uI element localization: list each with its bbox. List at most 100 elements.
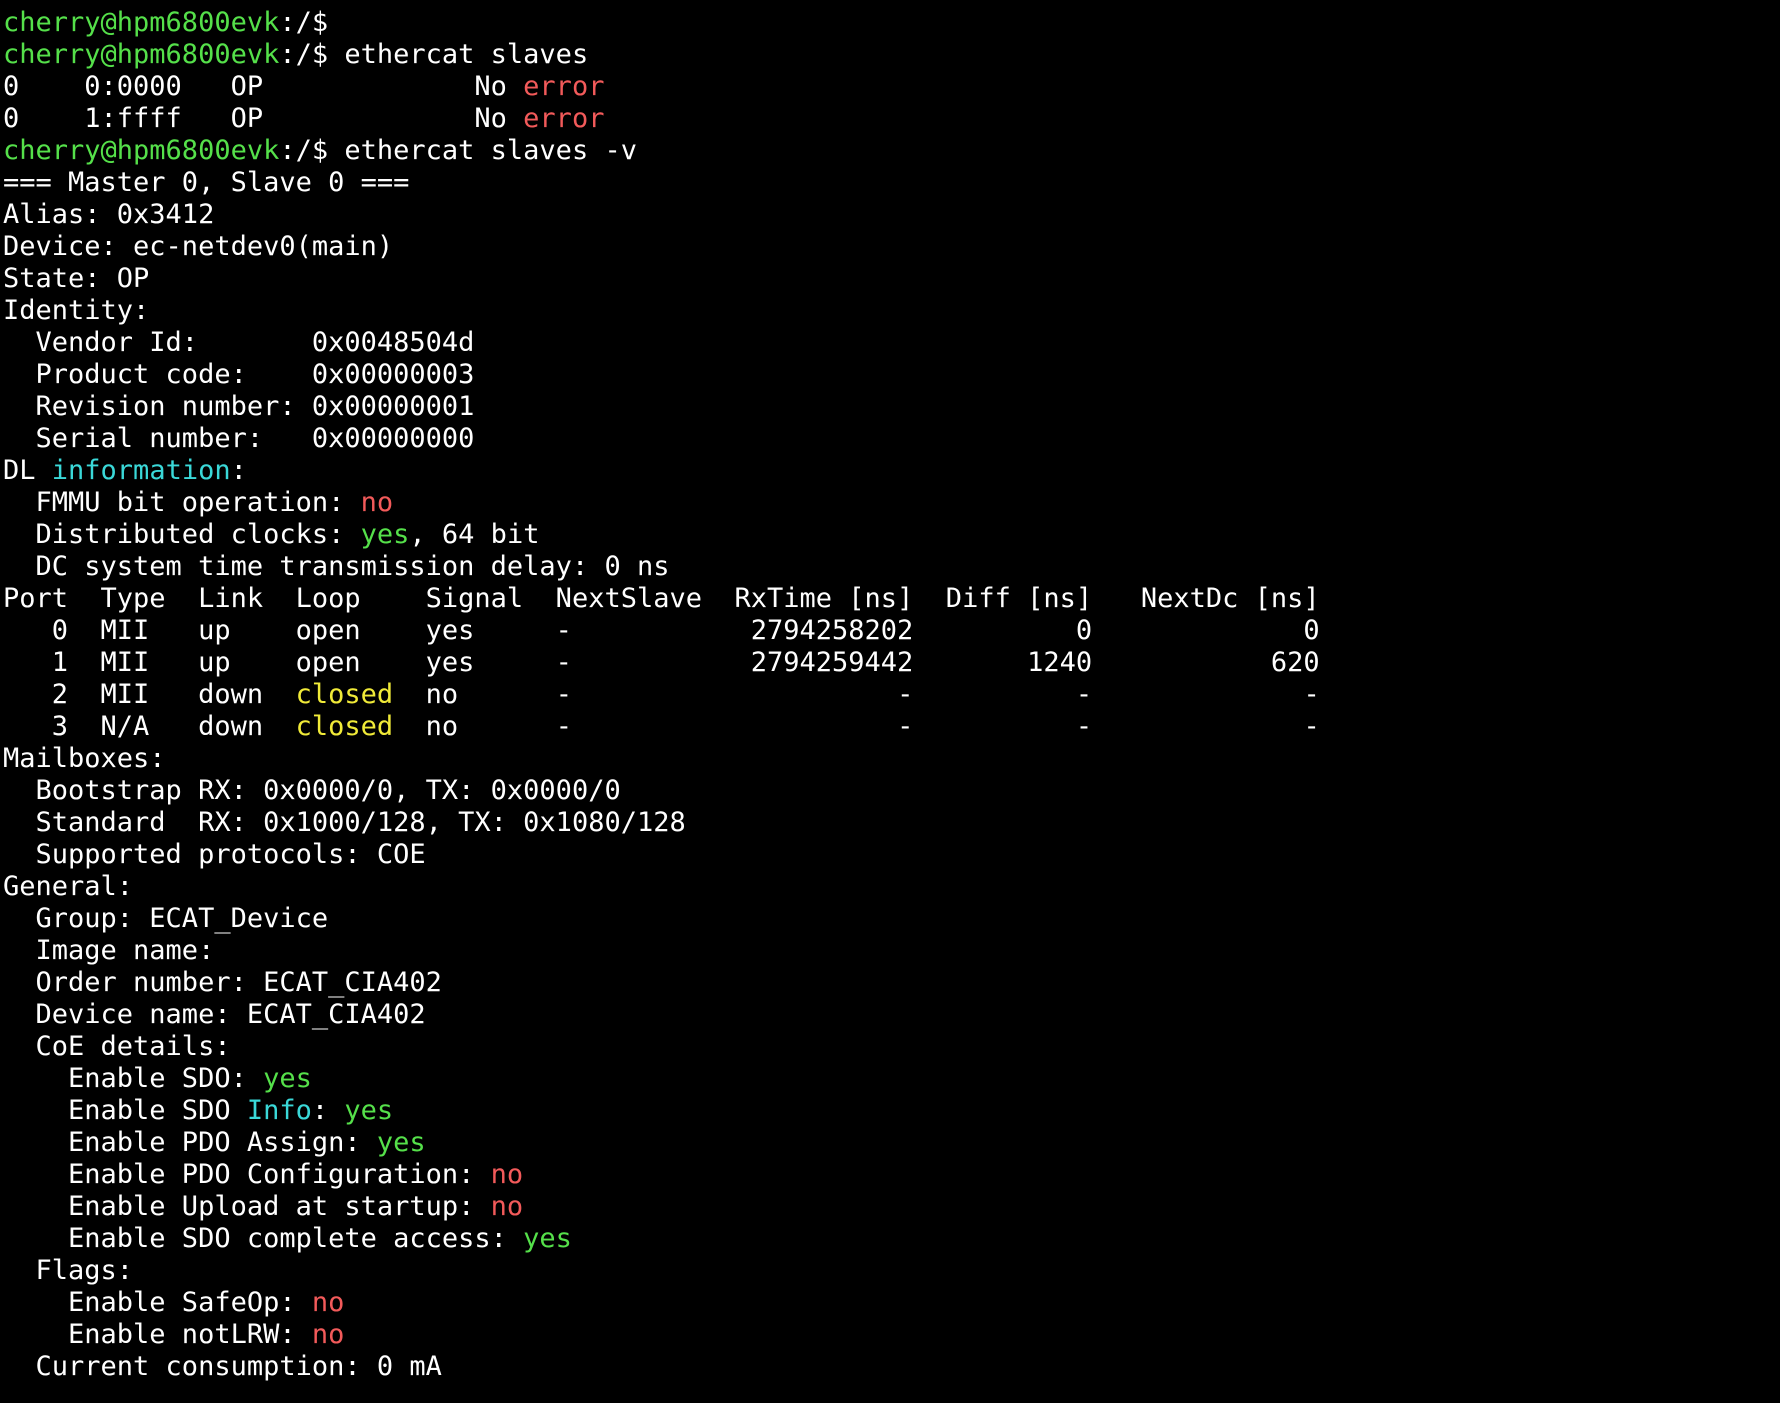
output-text: Enable PDO Assign: <box>3 1127 377 1158</box>
terminal-line: DL information: <box>3 455 1780 487</box>
highlight-red-text: no <box>311 1319 345 1350</box>
output-text: Standard RX: 0x1000/128, TX: 0x1080/128 <box>3 807 686 838</box>
output-text: , 64 bit <box>409 519 540 550</box>
output-text: Vendor Id: 0x0048504d <box>3 327 475 358</box>
output-text: 3 N/A down <box>3 711 296 742</box>
output-text: === Master 0, Slave 0 === <box>3 167 410 198</box>
highlight-green-text: yes <box>344 1095 394 1126</box>
terminal-line: 0 0:0000 OP No error <box>3 71 1780 103</box>
output-text: Serial number: 0x00000000 <box>3 423 475 454</box>
highlight-red-text: no <box>490 1191 524 1222</box>
output-text: Current consumption: 0 mA <box>3 1351 442 1382</box>
terminal-line: Order number: ECAT_CIA402 <box>3 967 1780 999</box>
terminal-line: Product code: 0x00000003 <box>3 359 1780 391</box>
terminal-line: Enable PDO Configuration: no <box>3 1159 1780 1191</box>
terminal-line: Flags: <box>3 1255 1780 1287</box>
output-text: Distributed clocks: <box>3 519 361 550</box>
highlight-green-text: yes <box>360 519 410 550</box>
output-text: : <box>230 455 247 486</box>
highlight-cyan-text: Info <box>246 1095 312 1126</box>
terminal-line: 0 MII up open yes - 2794258202 0 0 <box>3 615 1780 647</box>
terminal-line: Bootstrap RX: 0x0000/0, TX: 0x0000/0 <box>3 775 1780 807</box>
output-text: :/$ ethercat slaves <box>279 39 589 70</box>
shell-prompt: cherry@hpm6800evk <box>3 7 280 38</box>
highlight-red-text: error <box>523 103 605 134</box>
output-text: : <box>311 1095 345 1126</box>
output-text: :/$ <box>279 7 345 38</box>
output-text: 0 MII up open yes - 2794258202 0 0 <box>3 615 1320 646</box>
highlight-cyan-text: information <box>51 455 231 486</box>
output-text: :/$ ethercat slaves -v <box>279 135 637 166</box>
shell-prompt: cherry@hpm6800evk <box>3 135 280 166</box>
terminal-line: 1 MII up open yes - 2794259442 1240 620 <box>3 647 1780 679</box>
shell-prompt: cherry@hpm6800evk <box>3 39 280 70</box>
output-text: Bootstrap RX: 0x0000/0, TX: 0x0000/0 <box>3 775 621 806</box>
output-text: FMMU bit operation: <box>3 487 361 518</box>
terminal-line: State: OP <box>3 263 1780 295</box>
output-text: Device: ec-netdev0(main) <box>3 231 394 262</box>
terminal-line: Group: ECAT_Device <box>3 903 1780 935</box>
terminal-line: Alias: 0x3412 <box>3 199 1780 231</box>
output-text: 0 0:0000 OP No <box>3 71 524 102</box>
output-text: Enable Upload at startup: <box>3 1191 491 1222</box>
output-text: Alias: 0x3412 <box>3 199 215 230</box>
output-text: Supported protocols: COE <box>3 839 426 870</box>
output-text: Enable SDO <box>3 1095 247 1126</box>
terminal-line: Serial number: 0x00000000 <box>3 423 1780 455</box>
terminal-line: Enable PDO Assign: yes <box>3 1127 1780 1159</box>
output-text: Enable PDO Configuration: <box>3 1159 491 1190</box>
output-text: State: OP <box>3 263 150 294</box>
output-text: Port Type Link Loop Signal NextSlave RxT… <box>3 583 1320 614</box>
terminal-line: cherry@hpm6800evk:/$ <box>3 7 1780 39</box>
terminal-line: General: <box>3 871 1780 903</box>
terminal-line: 3 N/A down closed no - - - - <box>3 711 1780 743</box>
highlight-green-text: yes <box>376 1127 426 1158</box>
output-text: Order number: ECAT_CIA402 <box>3 967 442 998</box>
terminal-line: Image name: <box>3 935 1780 967</box>
terminal-line: Enable SafeOp: no <box>3 1287 1780 1319</box>
terminal-line: Supported protocols: COE <box>3 839 1780 871</box>
terminal-line: Vendor Id: 0x0048504d <box>3 327 1780 359</box>
highlight-yellow-text: closed <box>295 679 394 710</box>
terminal-line: Enable SDO Info: yes <box>3 1095 1780 1127</box>
highlight-red-text: no <box>360 487 394 518</box>
terminal-line: cherry@hpm6800evk:/$ ethercat slaves <box>3 39 1780 71</box>
terminal-window[interactable]: cherry@hpm6800evk:/$ cherry@hpm6800evk:/… <box>0 0 1780 1403</box>
highlight-green-text: yes <box>263 1063 312 1094</box>
terminal-line: DC system time transmission delay: 0 ns <box>3 551 1780 583</box>
terminal-output: cherry@hpm6800evk:/$ cherry@hpm6800evk:/… <box>3 7 1780 1383</box>
terminal-line: 0 1:ffff OP No error <box>3 103 1780 135</box>
terminal-line: Enable notLRW: no <box>3 1319 1780 1351</box>
output-text: Revision number: 0x00000001 <box>3 391 475 422</box>
output-text: Flags: <box>3 1255 134 1286</box>
terminal-line: Mailboxes: <box>3 743 1780 775</box>
output-text: Image name: <box>3 935 215 966</box>
output-text: 2 MII down <box>3 679 296 710</box>
terminal-line: Standard RX: 0x1000/128, TX: 0x1080/128 <box>3 807 1780 839</box>
output-text: Device name: ECAT_CIA402 <box>3 999 426 1030</box>
output-text: Enable notLRW: <box>3 1319 312 1350</box>
terminal-line: Enable SDO complete access: yes <box>3 1223 1780 1255</box>
output-text: 0 1:ffff OP No <box>3 103 524 134</box>
output-text: Identity: <box>3 295 150 326</box>
output-text: General: <box>3 871 134 902</box>
output-text: Enable SDO: <box>3 1063 264 1094</box>
terminal-line: cherry@hpm6800evk:/$ ethercat slaves -v <box>3 135 1780 167</box>
terminal-line: Device name: ECAT_CIA402 <box>3 999 1780 1031</box>
terminal-line: Port Type Link Loop Signal NextSlave RxT… <box>3 583 1780 615</box>
highlight-yellow-text: closed <box>295 711 394 742</box>
highlight-red-text: no <box>311 1287 345 1318</box>
output-text: Group: ECAT_Device <box>3 903 329 934</box>
output-text: 1 MII up open yes - 2794259442 1240 620 <box>3 647 1320 678</box>
output-text: Enable SDO complete access: <box>3 1223 524 1254</box>
output-text: DL <box>3 455 52 486</box>
terminal-line: Identity: <box>3 295 1780 327</box>
terminal-line: 2 MII down closed no - - - - <box>3 679 1780 711</box>
terminal-line: Current consumption: 0 mA <box>3 1351 1780 1383</box>
highlight-red-text: error <box>523 71 605 102</box>
output-text: no - - - - <box>393 711 1320 742</box>
terminal-line: Revision number: 0x00000001 <box>3 391 1780 423</box>
terminal-line: Device: ec-netdev0(main) <box>3 231 1780 263</box>
output-text: Mailboxes: <box>3 743 166 774</box>
output-text: no - - - - <box>393 679 1320 710</box>
